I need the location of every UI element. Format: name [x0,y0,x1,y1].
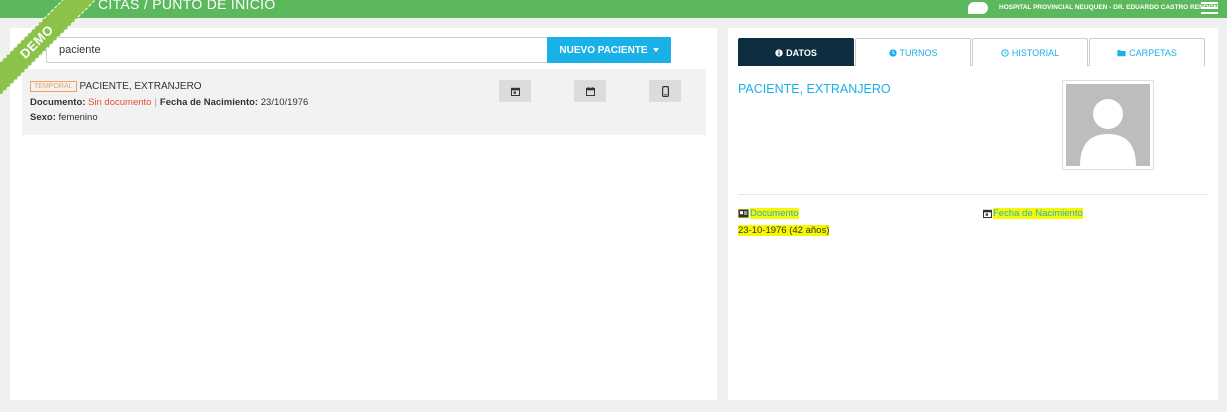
birth-label: Fecha de Nacimiento: [159,97,259,108]
tab-historial-label: HISTORIAL [1011,47,1060,58]
birth-field-value-text: 23-10-1976 (42 años) [738,225,830,236]
birth-field-label: Fecha de Nacimiento [983,208,1083,219]
calendar-empty-icon [585,86,595,96]
result-title: TEMPORAL PACIENTE, EXTRANJERO [30,81,202,92]
result-patient-name: PACIENTE, EXTRANJERO [79,81,202,93]
avatar-placeholder-icon [1066,84,1150,166]
id-card-icon [738,209,749,218]
tab-historial[interactable]: HISTORIAL [972,38,1088,66]
patient-photo [1062,80,1154,170]
top-bar: CITAS / PUNTO DE INICIO HOSPITAL PROVINC… [0,0,1227,18]
detail-patient-name: PACIENTE, EXTRANJERO [738,82,891,96]
folder-icon [1117,49,1126,56]
caret-down-icon [652,48,659,52]
tab-turnos-label: TURNOS [899,47,938,58]
calendar-icon [510,87,520,96]
result-sex-line: Sexo: femenino [30,112,98,123]
page-title: CITAS / PUNTO DE INICIO [98,0,276,12]
document-value: Sin documento [88,97,152,108]
document-field-label: Documento [738,208,799,219]
separator: | [154,97,157,108]
tab-carpetas-label: CARPETAS [1129,47,1177,58]
mobile-button[interactable] [649,80,681,102]
patient-result-row[interactable]: TEMPORAL PACIENTE, EXTRANJERO Documento: … [22,69,706,135]
tab-datos-label: DATOS [786,47,817,58]
hospital-name: HOSPITAL PROVINCIAL NEUQUEN - DR. EDUARD… [999,4,1219,11]
chat-icon[interactable] [968,2,988,14]
new-patient-label: NUEVO PACIENTE [559,44,648,56]
calendar-button[interactable] [499,80,531,102]
sex-label: Sexo: [30,112,56,123]
divider [738,194,1208,195]
patient-detail-panel: DATOS TURNOS HISTORIAL CARPETAS PACIENTE… [728,28,1218,400]
detail-tabs: DATOS TURNOS HISTORIAL CARPETAS [738,38,1205,66]
history-icon [1001,48,1009,57]
tab-carpetas[interactable]: CARPETAS [1089,38,1205,66]
tab-turnos[interactable]: TURNOS [855,38,971,66]
document-label: Documento: [30,97,86,108]
hamburger-menu-icon[interactable] [1201,2,1218,14]
result-document-line: Documento: Sin documento | Fecha de Nacimi… [30,97,308,108]
birth-value: 23/10/1976 [260,97,309,108]
mobile-icon [661,85,669,97]
tab-datos[interactable]: DATOS [738,38,854,66]
document-field-text: Documento [750,208,799,219]
birth-field-text: Fecha de Nacimiento [993,208,1083,219]
new-patient-button[interactable]: NUEVO PACIENTE [547,37,671,63]
clock-icon [888,48,897,57]
calendar-icon [983,209,992,218]
search-input[interactable] [46,37,550,63]
temporal-badge: TEMPORAL [30,81,77,92]
search-panel: NUEVO PACIENTE TEMPORALPACIENTE, EXTRANJ… [10,28,717,400]
info-icon [775,48,783,57]
schedule-button[interactable] [574,80,606,102]
sex-value: femenino [58,112,98,123]
birth-field-value: 23-10-1976 (42 años) [738,225,830,236]
